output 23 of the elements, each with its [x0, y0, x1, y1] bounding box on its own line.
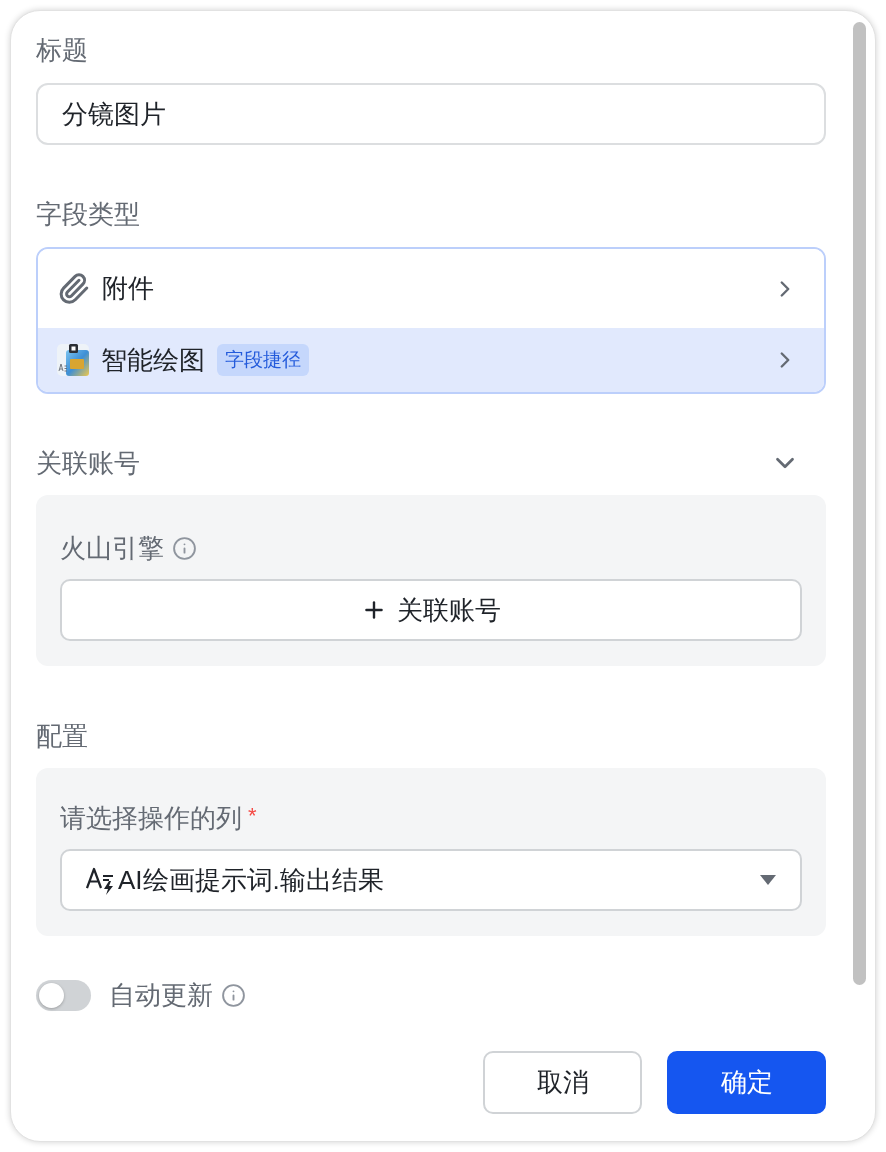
- text-lightning-icon: [86, 865, 116, 895]
- auto-update-toggle[interactable]: [36, 979, 91, 1011]
- field-label: 标题: [36, 34, 89, 67]
- provider-label: 火山引擎: [60, 532, 164, 565]
- info-icon[interactable]: [221, 982, 246, 1008]
- select-label: 请选择操作的列: [60, 802, 242, 835]
- shortcut-tag: 字段捷径: [217, 344, 309, 376]
- confirm-button[interactable]: 确定: [667, 1051, 826, 1114]
- section-label: 配置: [36, 720, 89, 753]
- toggle-label: 自动更新: [109, 979, 213, 1012]
- link-account-button[interactable]: 关联账号: [60, 579, 802, 641]
- title-input[interactable]: 分镜图片: [36, 83, 826, 145]
- required-mark: *: [248, 804, 257, 828]
- section-label: 关联账号: [36, 447, 140, 480]
- paperclip-icon: [57, 272, 90, 305]
- caret-down-icon: [760, 875, 776, 885]
- cancel-button[interactable]: 取消: [483, 1051, 642, 1114]
- column-select[interactable]: AI绘画提示词.输出结果: [60, 849, 802, 911]
- scrollbar-thumb[interactable]: [853, 22, 866, 985]
- painting-app-icon: [57, 344, 89, 376]
- info-icon[interactable]: [172, 535, 197, 561]
- field-type-option[interactable]: 智能绘图 字段捷径: [38, 328, 824, 392]
- field-label: 字段类型: [36, 198, 141, 231]
